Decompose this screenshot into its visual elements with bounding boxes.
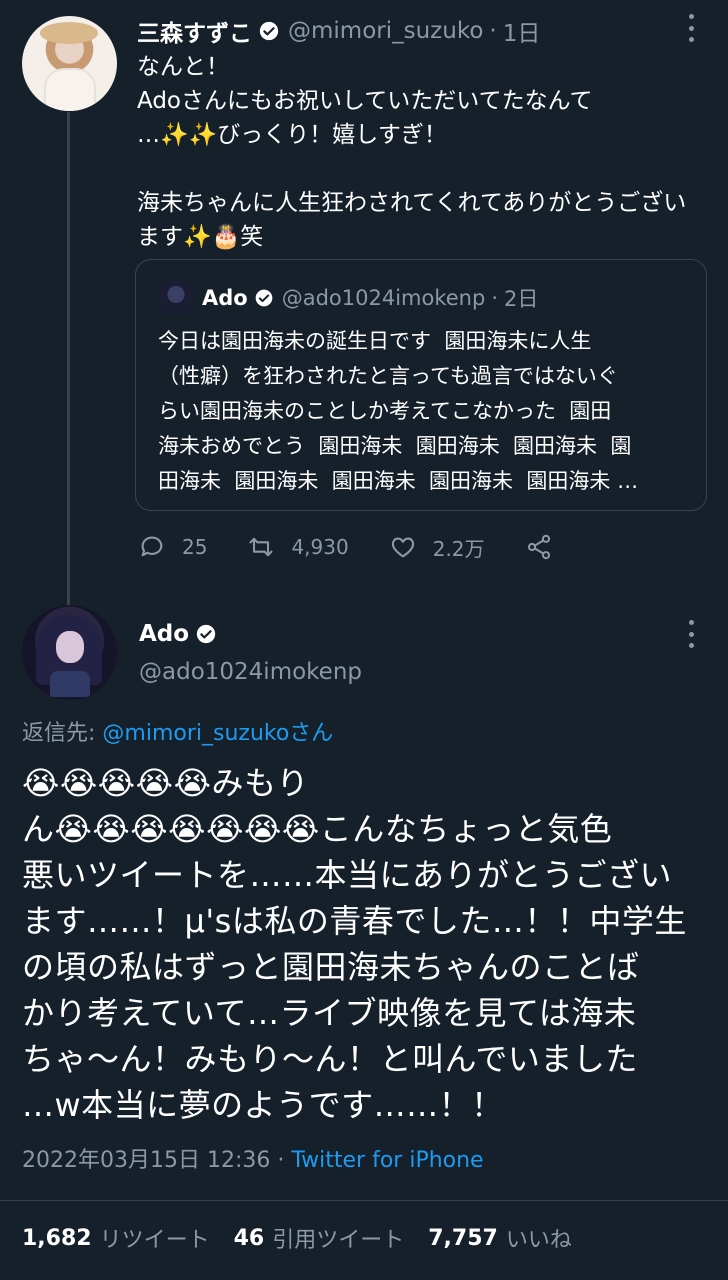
share-icon (527, 534, 550, 560)
tweet-meta: 2022年03月15日 12:36 · Twitter for iPhone (22, 1144, 484, 1178)
retweet-button[interactable]: 4,930 (247, 533, 349, 561)
reply-icon (141, 536, 163, 557)
reply-button[interactable]: 25 (138, 533, 207, 561)
quotes-label: 引用ツイート (272, 1228, 405, 1253)
quoted-tweet-header: Ado @ado1024imokenp · 2日 (202, 280, 538, 316)
reply-to-link[interactable]: @mimori_suzukoさん (102, 721, 333, 746)
like-icon (391, 537, 414, 558)
tweet1-author-name[interactable]: 三森すずこ (137, 14, 252, 48)
tweet2-author: Ado (139, 616, 225, 652)
likes-count: 7,757 (428, 1225, 498, 1251)
tweet1-header: 三森すずこ @mimori_suzuko · 1日 (137, 14, 540, 48)
meta-separator: · (270, 1148, 292, 1173)
quoted-author-name: Ado (202, 286, 248, 310)
retweets-count: 1,682 (22, 1225, 92, 1251)
reply-count: 25 (182, 535, 208, 559)
separator-dot: · (489, 18, 497, 44)
tweet2-author-name[interactable]: Ado (139, 621, 189, 647)
tweet-timestamp[interactable]: 2022年03月15日 12:36 (22, 1148, 270, 1173)
tweet2-text: 😭😭😭😭😭みもり ん😭😭😭😭😭😭😭こんなちょっと気色 悪いツイートを……本当にあ… (22, 764, 687, 1124)
more-icon[interactable] (686, 14, 696, 42)
tweet1-text: なんと！ Adoさんにもお祝いしていただいてたなんて …✨✨びっくり！嬉しすぎ！… (137, 54, 687, 250)
thread-line (67, 112, 70, 607)
share-button[interactable] (525, 533, 569, 561)
more-icon[interactable] (686, 620, 696, 648)
quoted-tweet[interactable]: Ado @ado1024imokenp · 2日 今日は園田海未の誕生日です 園… (135, 259, 707, 511)
quotes-count: 46 (233, 1225, 265, 1251)
separator-dot: · (491, 286, 499, 310)
likes-stat[interactable]: 7,757 いいね (428, 1222, 572, 1254)
reply-to-prefix: 返信先: (22, 721, 103, 746)
tweet2-handle[interactable]: @ado1024imokenp (139, 656, 362, 688)
tweet-stats: 1,682 リツイート 46 引用ツイート 7,757 いいね (22, 1220, 596, 1256)
likes-label: いいね (505, 1228, 572, 1253)
tweet1-handle[interactable]: @mimori_suzuko (288, 18, 483, 44)
retweets-label: リツイート (99, 1228, 210, 1253)
retweet-icon (249, 537, 274, 557)
divider (0, 1200, 728, 1201)
tweet1-actions: 25 4,930 2.2万 (138, 530, 618, 564)
tweet-source[interactable]: Twitter for iPhone (291, 1148, 483, 1173)
tweet1-time[interactable]: 1日 (503, 14, 541, 48)
avatar-mimori[interactable] (22, 16, 117, 111)
like-button[interactable]: 2.2万 (389, 533, 485, 562)
retweet-count: 4,930 (291, 535, 349, 559)
verified-icon (196, 624, 216, 644)
avatar-ado[interactable] (22, 605, 117, 700)
quotes-stat[interactable]: 46 引用ツイート (234, 1222, 405, 1254)
retweets-stat[interactable]: 1,682 リツイート (22, 1222, 210, 1254)
verified-icon (255, 289, 273, 307)
avatar-ado-small (158, 280, 194, 316)
quoted-handle: @ado1024imokenp (281, 286, 486, 310)
reply-to-line: 返信先: @mimori_suzukoさん (22, 718, 333, 750)
like-count: 2.2万 (432, 536, 485, 561)
verified-icon (259, 21, 279, 41)
quoted-time: 2日 (504, 287, 539, 311)
quoted-text: 今日は園田海未の誕生日です 園田海未に人生 （性癖）を狂わされたと言っても過言で… (158, 329, 639, 493)
